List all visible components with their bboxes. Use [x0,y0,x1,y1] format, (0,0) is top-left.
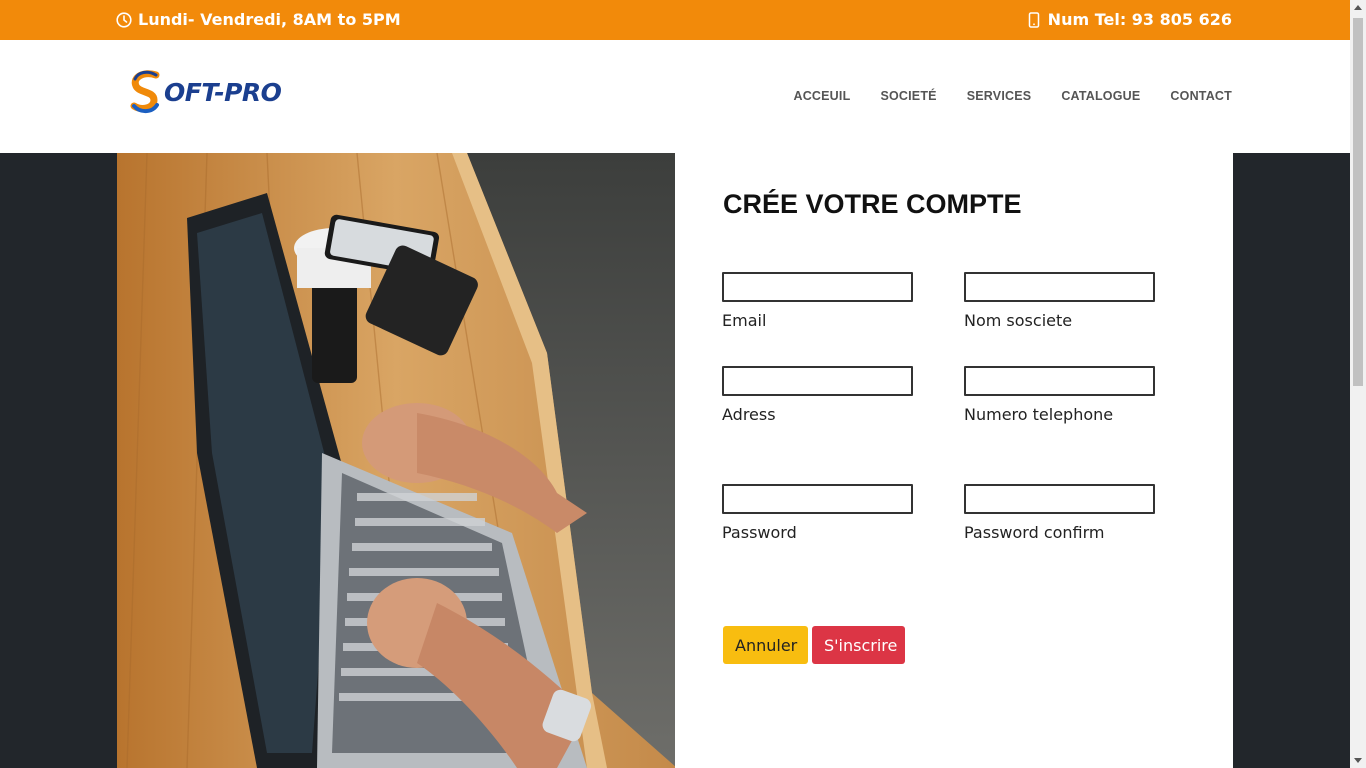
phone-number-text: Num Tel: 93 805 626 [1047,10,1232,29]
logo-text: OFT-PRO [164,77,282,107]
phone-contact: Num Tel: 93 805 626 [1028,10,1232,29]
business-hours: Lundi- Vendredi, 8AM to 5PM [116,10,401,29]
password-field-group: Password [722,484,913,542]
password-label: Password [722,523,797,542]
nav-item-acceuil[interactable]: ACCEUIL [793,89,850,103]
laptop-photo [117,153,675,768]
site-logo[interactable]: OFT-PRO [126,69,282,115]
nav-item-services[interactable]: SERVICES [967,89,1032,103]
main-navigation: ACCEUIL SOCIETÉ SERVICES CATALOGUE CONTA… [793,89,1232,103]
email-field-group: Email [722,272,913,330]
email-input[interactable] [722,272,913,302]
signup-form-panel: CRÉE VOTRE COMPTE Email Nom sosciete Adr… [675,153,1233,768]
phone-number-label: Numero telephone [964,405,1114,424]
business-hours-text: Lundi- Vendredi, 8AM to 5PM [138,10,401,29]
address-input[interactable] [722,366,913,396]
form-title: CRÉE VOTRE COMPTE [723,189,1022,219]
cancel-button[interactable]: Annuler [723,626,808,664]
phone-number-input[interactable] [964,366,1155,396]
top-info-bar: Lundi- Vendredi, 8AM to 5PM Num Tel: 93 … [0,0,1350,40]
company-field-group: Nom sosciete [964,272,1155,330]
scroll-up-arrow-icon[interactable] [1354,5,1362,10]
scrollbar-thumb[interactable] [1353,18,1363,386]
nav-item-catalogue[interactable]: CATALOGUE [1061,89,1140,103]
password-confirm-label: Password confirm [964,523,1105,542]
phone-field-group: Numero telephone [964,366,1155,424]
clock-icon [116,11,132,28]
address-label: Adress [722,405,776,424]
company-name-input[interactable] [964,272,1155,302]
signup-button[interactable]: S'inscrire [812,626,905,664]
email-label: Email [722,311,767,330]
vertical-scrollbar[interactable] [1350,0,1366,768]
password-input[interactable] [722,484,913,514]
address-field-group: Adress [722,366,913,424]
mobile-phone-icon [1028,11,1040,28]
site-header: OFT-PRO ACCEUIL SOCIETÉ SERVICES CATALOG… [0,40,1350,153]
nav-item-contact[interactable]: CONTACT [1170,89,1232,103]
password-confirm-input[interactable] [964,484,1155,514]
nav-item-societe[interactable]: SOCIETÉ [880,89,936,103]
password-confirm-field-group: Password confirm [964,484,1155,542]
scroll-down-arrow-icon[interactable] [1354,758,1362,763]
company-name-label: Nom sosciete [964,311,1073,330]
logo-s-icon [130,70,160,114]
